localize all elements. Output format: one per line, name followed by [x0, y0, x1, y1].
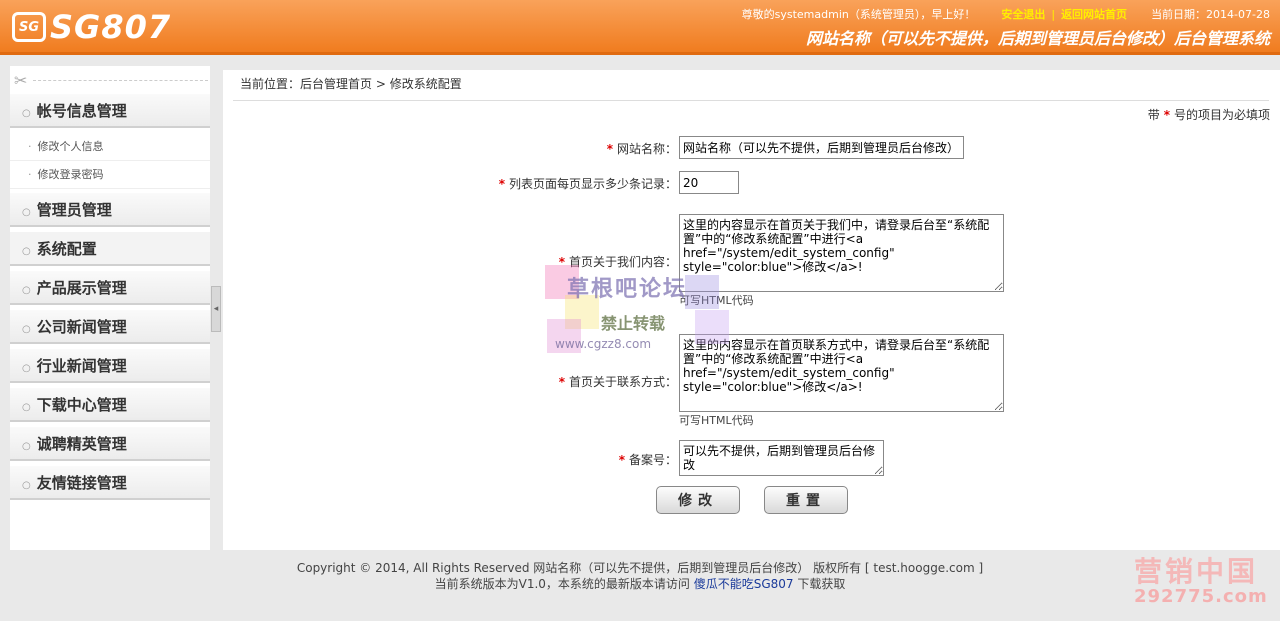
menu-friend-links[interactable]: ○ 友情链接管理 [10, 466, 210, 500]
menu-company-news[interactable]: ○ 公司新闻管理 [10, 310, 210, 344]
logout-link[interactable]: 安全退出 [1001, 6, 1045, 22]
dashed-divider [33, 79, 208, 81]
reset-button[interactable]: 重置 [764, 486, 848, 514]
home-link[interactable]: 返回网站首页 [1061, 6, 1127, 22]
breadcrumb-current: 修改系统配置 [389, 77, 462, 91]
page-size-input[interactable] [679, 171, 739, 194]
separator: | [1051, 7, 1056, 21]
menu-label: 帐号信息管理 [36, 102, 127, 120]
circle-bullet-icon: ○ [22, 402, 31, 413]
menu-industry-news[interactable]: ○ 行业新闻管理 [10, 349, 210, 383]
required-note-before: 带 [1147, 108, 1160, 122]
required-star: * [618, 453, 625, 467]
required-star: * [498, 177, 505, 191]
footer-version-suffix: 下载获取 [793, 577, 846, 591]
menu-item-label: 修改个人信息 [37, 140, 104, 153]
footer-download-link[interactable]: 傻瓜不能吃SG807 [694, 577, 794, 591]
user-info-bar: 尊敬的systemadmin（系统管理员），早上好！ 安全退出 | 返回网站首页… [742, 6, 1270, 22]
circle-bullet-icon: ○ [22, 324, 31, 335]
circle-bullet-icon: ○ [22, 207, 31, 218]
menu-label: 产品展示管理 [36, 279, 127, 297]
about-label: * 首页关于我们内容： [555, 253, 677, 270]
menu-item-change-password[interactable]: · 修改登录密码 [10, 161, 210, 189]
submit-button[interactable]: 修改 [656, 486, 740, 514]
icp-label: * 备案号： [615, 451, 677, 468]
breadcrumb-separator: > [375, 77, 386, 91]
menu-recruitment[interactable]: ○ 诚聘精英管理 [10, 427, 210, 461]
breadcrumb: 当前位置：后台管理首页 > 修改系统配置 [233, 70, 1269, 101]
circle-bullet-icon: ○ [22, 246, 31, 257]
menu-item-label: 修改登录密码 [37, 168, 104, 181]
menu-account-info[interactable]: ○ 帐号信息管理 [10, 94, 210, 128]
about-hint: 可写HTML代码 [679, 294, 754, 307]
required-star: * [606, 142, 613, 156]
required-note: 带 * 号的项目为必填项 [1148, 106, 1270, 123]
breadcrumb-home-link[interactable]: 后台管理首页 [300, 77, 372, 91]
breadcrumb-prefix: 当前位置： [240, 77, 301, 91]
contact-textarea[interactable]: 这里的内容显示在首页联系方式中，请登录后台至“系统配置”中的“修改系统配置”中进… [679, 334, 1004, 412]
menu-downloads[interactable]: ○ 下载中心管理 [10, 388, 210, 422]
required-note-after: 号的项目为必填项 [1173, 108, 1270, 122]
logo[interactable]: SG SG807 [12, 8, 172, 46]
circle-bullet-icon: ○ [22, 108, 31, 119]
sidebar-top-decoration: ✂ [10, 66, 210, 94]
scissors-icon: ✂ [14, 70, 28, 90]
required-star: * [558, 255, 565, 269]
label-text: 首页关于我们内容： [568, 255, 677, 269]
menu-admin[interactable]: ○ 管理员管理 [10, 193, 210, 227]
contact-hint: 可写HTML代码 [679, 414, 754, 427]
circle-bullet-icon: ○ [22, 480, 31, 491]
chevron-left-icon: ◂ [213, 304, 219, 314]
menu-label: 行业新闻管理 [36, 357, 127, 375]
footer-version-text: 当前系统版本为V1.0，本系统的最新版本请访问 [434, 577, 694, 591]
menu-label: 系统配置 [36, 240, 97, 258]
logo-text: SG807 [50, 8, 172, 46]
footer-version: 当前系统版本为V1.0，本系统的最新版本请访问 傻瓜不能吃SG807 下载获取 [0, 576, 1280, 592]
menu-label: 公司新闻管理 [36, 318, 127, 336]
icp-textarea[interactable]: 可以先不提供，后期到管理员后台修改 [679, 440, 884, 476]
logo-mark: SG [12, 12, 46, 42]
greeting-text: 尊敬的systemadmin（系统管理员），早上好！ [741, 8, 976, 21]
menu-products[interactable]: ○ 产品展示管理 [10, 271, 210, 305]
current-date: 当前日期：2014-07-28 [1151, 8, 1270, 21]
site-name-label: * 网站名称： [603, 140, 677, 157]
contact-label: * 首页关于联系方式： [555, 373, 677, 390]
menu-label: 管理员管理 [36, 201, 112, 219]
sidebar-collapse-handle[interactable]: ◂ [211, 286, 221, 332]
dot-icon: · [28, 140, 32, 153]
menu-label: 下载中心管理 [36, 396, 127, 414]
dot-icon: · [28, 168, 32, 181]
menu-system-config[interactable]: ○ 系统配置 [10, 232, 210, 266]
circle-bullet-icon: ○ [22, 285, 31, 296]
required-star: * [558, 375, 565, 389]
circle-bullet-icon: ○ [22, 363, 31, 374]
site-name-input[interactable] [679, 136, 964, 159]
label-text: 首页关于联系方式： [568, 375, 677, 389]
top-header: SG SG807 尊敬的systemadmin（系统管理员），早上好！ 安全退出… [0, 0, 1280, 55]
main-content: 当前位置：后台管理首页 > 修改系统配置 带*号的项目为必填项 *网站名称： *… [223, 70, 1280, 550]
menu-item-edit-profile[interactable]: · 修改个人信息 [10, 133, 210, 161]
circle-bullet-icon: ○ [22, 441, 31, 452]
sidebar: ✂ ○ 帐号信息管理 · 修改个人信息 · 修改登录密码 ○ 管理员管理 ○ 系统配置 ○… [10, 66, 210, 550]
footer: Copyright © 2014, All Rights Reserved 网站… [0, 560, 1280, 592]
page-size-label: * 列表页面每页显示多少条记录： [495, 175, 677, 192]
menu-label: 友情链接管理 [36, 474, 127, 492]
site-banner-title: 网站名称（可以先不提供，后期到管理员后台修改）后台管理系统 [805, 29, 1270, 48]
footer-copyright: Copyright © 2014, All Rights Reserved 网站… [296, 561, 984, 575]
label-text: 列表页面每页显示多少条记录： [508, 177, 677, 191]
label-text: 备案号： [628, 453, 677, 467]
about-textarea[interactable]: 这里的内容显示在首页关于我们中，请登录后台至“系统配置”中的“修改系统配置”中进… [679, 214, 1004, 292]
required-star: * [1163, 108, 1170, 122]
menu-label: 诚聘精英管理 [36, 435, 127, 453]
label-text: 网站名称： [616, 142, 677, 156]
